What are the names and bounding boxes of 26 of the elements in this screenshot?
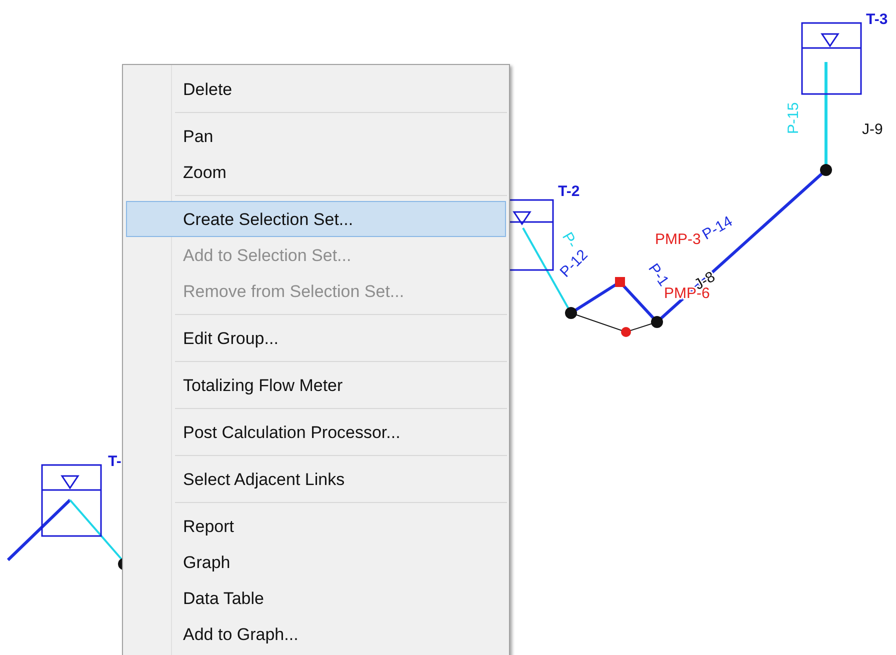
pipe-line — [6, 498, 72, 562]
pipe-label: P- — [558, 230, 581, 251]
junction-node — [651, 316, 663, 328]
tank-label: T-2 — [558, 183, 580, 200]
menu-item[interactable]: Post Calculation Processor... — [126, 414, 506, 450]
menu-item[interactable]: Create Selection Set... — [126, 201, 506, 237]
tank-label: T- — [108, 453, 122, 470]
menu-item[interactable]: Pan — [126, 118, 506, 154]
junction-node — [621, 327, 631, 337]
pipe-label: P-14 — [700, 212, 736, 244]
menu-item[interactable]: Add to Graph... — [126, 616, 506, 652]
menu-item[interactable]: Edit Group... — [126, 320, 506, 356]
menu-item[interactable]: Zoom — [126, 154, 506, 190]
junction-label: J-9 — [862, 121, 883, 138]
menu-item[interactable]: Report — [126, 508, 506, 544]
menu-item[interactable]: Graph — [126, 544, 506, 580]
menu-item[interactable]: Data Table — [126, 580, 506, 616]
tank-label: T-3 — [866, 11, 888, 28]
pump-label: PMP-3 — [655, 231, 701, 248]
pipe-label: P-15 — [785, 102, 802, 134]
junction-node — [820, 164, 832, 176]
junction-node — [565, 307, 577, 319]
menu-item[interactable]: Select Adjacent Links — [126, 461, 506, 497]
pump-node — [615, 277, 625, 287]
menu-item[interactable]: Delete — [126, 71, 506, 107]
menu-item[interactable]: Totalizing Flow Meter — [126, 367, 506, 403]
